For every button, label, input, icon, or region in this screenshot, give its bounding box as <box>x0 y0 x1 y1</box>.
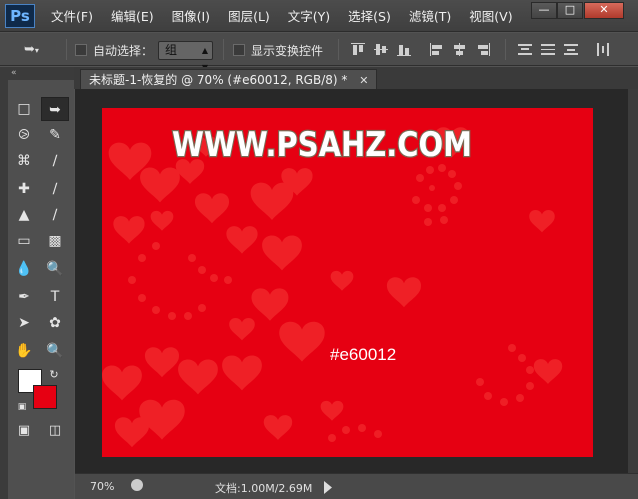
document-size-info: 文档:1.00M/2.69M <box>215 482 313 495</box>
document-tab-title: 未标题-1-恢复的 @ 70% (#e60012, RGB/8) * <box>89 73 348 87</box>
screen-mode-icon[interactable]: ◫ <box>41 419 69 443</box>
photoshop-logo: Ps <box>5 4 35 28</box>
zoom-level[interactable]: 70% <box>90 480 114 493</box>
toolbox-collapse-handle[interactable]: « <box>8 67 74 80</box>
status-icon[interactable] <box>131 479 143 491</box>
menu-select[interactable]: 选择(S) <box>339 0 400 32</box>
menu-layer[interactable]: 图层(L) <box>219 0 279 32</box>
custom-shape-tool-icon[interactable]: ✿ <box>41 311 69 335</box>
options-bar: ➥▾ 自动选择： 组 ▲▼ 显示变换控件 <box>0 33 638 72</box>
lasso-tool-icon[interactable]: ⧁ <box>10 123 38 147</box>
distribute-bottom-icon[interactable] <box>564 43 578 56</box>
options-divider <box>505 39 506 60</box>
align-vcenter-icon[interactable] <box>374 43 388 56</box>
align-right-icon[interactable] <box>476 43 490 56</box>
crop-tool-icon[interactable]: ⌘ <box>10 149 38 173</box>
auto-select-value: 组 <box>165 43 178 57</box>
pen-tool-icon[interactable]: ✒ <box>10 285 38 309</box>
dodge-tool-icon[interactable]: 🔍 <box>41 257 69 281</box>
swap-colors-icon[interactable]: ↻ <box>40 363 68 387</box>
hand-tool-icon[interactable]: ✋ <box>10 339 38 363</box>
history-brush-tool-icon[interactable]: ∕ <box>41 203 69 227</box>
eyedropper-tool-icon[interactable]: ∕ <box>41 149 69 173</box>
menu-file[interactable]: 文件(F) <box>42 0 102 32</box>
align-bottom-icon[interactable] <box>397 43 411 56</box>
close-icon[interactable]: ✕ <box>359 74 368 87</box>
panel-collapse-strip <box>0 67 8 499</box>
menu-edit[interactable]: 编辑(E) <box>102 0 163 32</box>
menu-type[interactable]: 文字(Y) <box>279 0 339 32</box>
status-menu-arrow-icon[interactable] <box>324 481 332 494</box>
type-tool-icon[interactable]: T <box>41 285 69 309</box>
document-canvas[interactable]: WWW.PSAHZ.COM #e60012 <box>102 108 593 457</box>
marquee-tool-icon[interactable]: □ <box>10 97 38 121</box>
default-colors-icon[interactable]: ▣ <box>8 395 36 419</box>
options-divider <box>66 39 67 60</box>
color-code-label: #e60012 <box>330 345 396 364</box>
maximize-icon: □ <box>564 3 576 16</box>
healing-brush-tool-icon[interactable]: ✚ <box>10 177 38 201</box>
blur-tool-icon[interactable]: 💧 <box>10 257 38 281</box>
eraser-tool-icon[interactable]: ▭ <box>10 229 38 253</box>
maximize-button[interactable]: □ <box>557 2 583 19</box>
quick-select-tool-icon[interactable]: ✎ <box>41 123 69 147</box>
auto-select-dropdown[interactable]: 组 ▲▼ <box>158 41 213 72</box>
distribute-left-icon[interactable] <box>596 43 610 56</box>
menu-image[interactable]: 图像(I) <box>163 0 219 32</box>
align-hcenter-icon[interactable] <box>453 43 467 56</box>
menu-view[interactable]: 视图(V) <box>460 0 521 32</box>
document-tabs: 未标题-1-恢复的 @ 70% (#e60012, RGB/8) * ✕ <box>74 67 638 89</box>
distribute-top-icon[interactable] <box>518 43 532 56</box>
auto-select-checkbox[interactable] <box>75 44 87 56</box>
options-divider <box>223 39 224 60</box>
status-bar: 70% 文档:1.00M/2.69M <box>75 473 638 499</box>
minimize-button[interactable]: — <box>531 2 557 19</box>
show-transform-label: 显示变换控件 <box>251 44 324 58</box>
align-left-icon[interactable] <box>430 43 444 56</box>
auto-select-label: 自动选择： <box>93 44 154 58</box>
canvas-area: WWW.PSAHZ.COM #e60012 <box>75 89 628 473</box>
show-transform-checkbox[interactable] <box>233 44 245 56</box>
options-divider <box>338 39 339 60</box>
menu-filter[interactable]: 滤镜(T) <box>400 0 460 32</box>
close-button[interactable]: ✕ <box>584 2 624 19</box>
document-tab[interactable]: 未标题-1-恢复的 @ 70% (#e60012, RGB/8) * ✕ <box>80 69 378 89</box>
background-color-swatch[interactable] <box>33 385 57 409</box>
distribute-vcenter-icon[interactable] <box>541 43 555 56</box>
move-tool-icon[interactable]: ➥▾ <box>24 42 39 57</box>
main-menu: 文件(F) 编辑(E) 图像(I) 图层(L) 文字(Y) 选择(S) 滤镜(T… <box>42 0 522 32</box>
close-icon: ✕ <box>599 3 609 16</box>
vertical-scrollbar[interactable] <box>628 89 638 473</box>
gradient-tool-icon[interactable]: ▩ <box>41 229 69 253</box>
path-select-tool-icon[interactable]: ➤ <box>10 311 38 335</box>
canvas-artwork: WWW.PSAHZ.COM #e60012 <box>102 108 593 457</box>
clone-stamp-tool-icon[interactable]: ▲ <box>10 203 38 227</box>
move-tool-icon[interactable]: ➥ <box>41 97 69 121</box>
minimize-icon: — <box>538 3 550 16</box>
toolbox: « □ ➥ ⧁ ✎ ⌘ ∕ ✚ ∕ ▲ ∕ ▭ ▩ 💧 🔍 ✒ T ➤ ✿ ✋ … <box>8 67 74 499</box>
watermark-text: WWW.PSAHZ.COM <box>172 125 472 165</box>
align-top-icon[interactable] <box>351 43 365 56</box>
quick-mask-icon[interactable]: ▣ <box>10 419 38 443</box>
zoom-tool-icon[interactable]: 🔍 <box>41 339 69 363</box>
menu-bar: Ps 文件(F) 编辑(E) 图像(I) 图层(L) 文字(Y) 选择(S) 滤… <box>0 0 638 32</box>
brush-tool-icon[interactable]: ∕ <box>41 177 69 201</box>
